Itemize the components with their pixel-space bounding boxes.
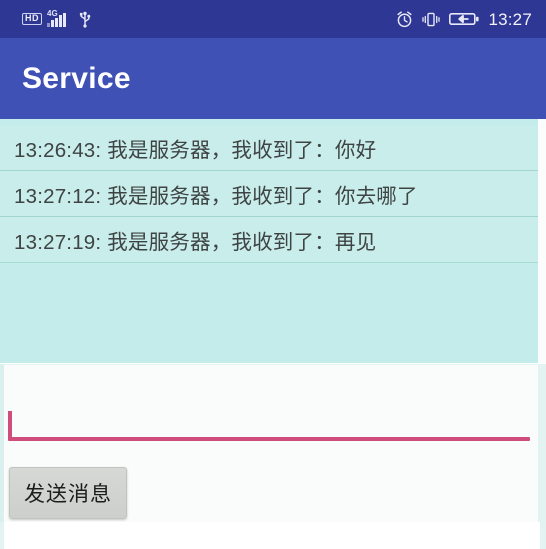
message-text: 13:27:12: 我是服务器，我收到了：你去哪了 bbox=[14, 184, 418, 208]
input-area: 发送消息 bbox=[0, 364, 546, 522]
hd-badge-icon: HD bbox=[22, 13, 42, 25]
page-title: Service bbox=[22, 61, 131, 95]
status-bar: HD 4G 13:27 bbox=[0, 0, 546, 38]
list-item[interactable]: 13:27:19: 我是服务器，我收到了：再见 bbox=[0, 217, 538, 263]
status-bar-clock: 13:27 bbox=[488, 9, 532, 29]
bottom-strip bbox=[0, 522, 546, 549]
status-bar-right-icons: 13:27 bbox=[396, 11, 532, 28]
vibrate-icon bbox=[422, 11, 441, 28]
status-bar-left-icons: HD 4G bbox=[22, 9, 92, 28]
send-message-button[interactable]: 发送消息 bbox=[9, 467, 127, 519]
text-caret bbox=[8, 411, 12, 439]
message-text: 13:27:19: 我是服务器，我收到了：再见 bbox=[14, 230, 377, 254]
message-input[interactable] bbox=[4, 369, 532, 442]
battery-charging-icon bbox=[449, 11, 480, 27]
message-list[interactable]: 13:26:43: 我是服务器，我收到了：你好 13:27:12: 我是服务器，… bbox=[0, 119, 546, 363]
send-message-button-label: 发送消息 bbox=[24, 483, 112, 506]
usb-icon bbox=[78, 11, 92, 28]
input-underline bbox=[8, 437, 530, 441]
list-item[interactable]: 13:27:12: 我是服务器，我收到了：你去哪了 bbox=[0, 171, 538, 217]
signal-bars-glyph bbox=[47, 12, 66, 27]
app-bar: Service bbox=[0, 38, 546, 119]
message-text: 13:26:43: 我是服务器，我收到了：你好 bbox=[14, 138, 377, 162]
alarm-clock-icon bbox=[396, 10, 413, 28]
signal-bars-icon: 4G bbox=[47, 9, 73, 28]
list-item[interactable]: 13:26:43: 我是服务器，我收到了：你好 bbox=[0, 125, 538, 171]
app-screen: HD 4G 13:27 Service 13:26:43: 我是服务器，我收到了… bbox=[0, 0, 546, 549]
message-list-items: 13:26:43: 我是服务器，我收到了：你好 13:27:12: 我是服务器，… bbox=[0, 125, 538, 263]
